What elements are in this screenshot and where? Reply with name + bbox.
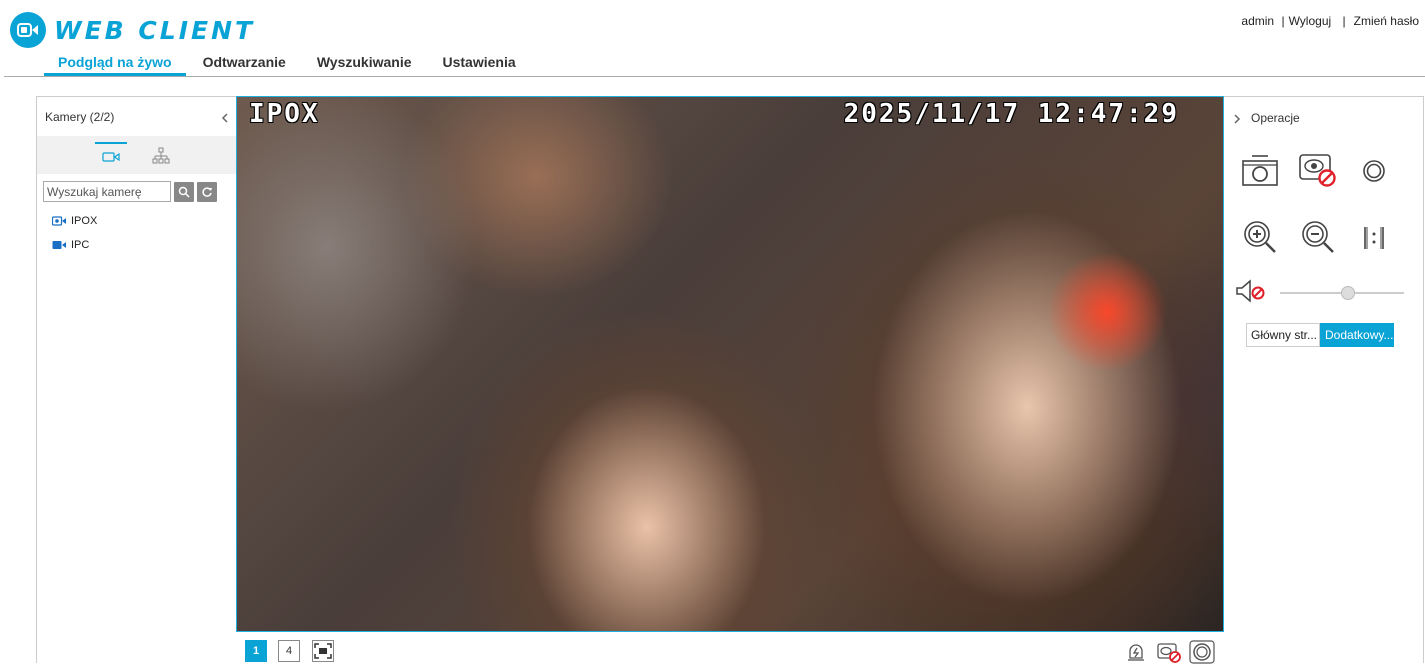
sub-stream-button[interactable]: Dodatkowy...	[1320, 323, 1394, 347]
stop-record-icon[interactable]	[1156, 640, 1181, 664]
camera-panel-tabs	[37, 136, 236, 174]
search-button[interactable]	[174, 181, 194, 202]
operations-title: Operacje	[1251, 111, 1300, 125]
refresh-icon	[202, 186, 212, 197]
header-divider	[4, 76, 1425, 77]
volume-slider-handle[interactable]	[1341, 286, 1356, 300]
username: admin	[1241, 14, 1275, 28]
close-preview-icon[interactable]	[1354, 151, 1394, 191]
tab-settings[interactable]: Ustawienia	[429, 50, 530, 76]
collapse-left-icon[interactable]	[220, 111, 230, 123]
camera-name: IPC	[71, 239, 90, 251]
original-size-icon[interactable]	[1354, 217, 1394, 257]
stop-all-icon[interactable]	[1189, 640, 1215, 664]
layout-1-button[interactable]: 1	[245, 640, 267, 662]
list-item-camera-ipc[interactable]: IPC	[52, 233, 97, 257]
separator: |	[1342, 14, 1346, 28]
device-tree-icon[interactable]	[145, 142, 177, 170]
osd-datetime: 2025/11/17 12:47:29	[843, 99, 1179, 129]
stop-record-icon[interactable]	[1298, 151, 1338, 191]
camera-search-input[interactable]	[43, 181, 171, 202]
app-logo: WEB CLIENT	[10, 12, 255, 48]
mute-icon[interactable]	[1234, 275, 1270, 307]
stream-selector: Główny str... Dodatkowy...	[1246, 323, 1394, 347]
layout-4-label: 4	[285, 645, 293, 657]
main-stream-button[interactable]: Główny str...	[1246, 323, 1320, 347]
tab-live-view[interactable]: Podgląd na żywo	[44, 50, 186, 76]
zoom-in-icon[interactable]	[1240, 217, 1280, 257]
collapse-right-icon[interactable]	[1232, 112, 1242, 124]
refresh-button[interactable]	[197, 181, 217, 202]
layout-4-button[interactable]: 4	[278, 640, 300, 662]
logout-link[interactable]: Wyloguj	[1289, 14, 1332, 28]
zoom-out-icon[interactable]	[1298, 217, 1338, 257]
osd-camera-name: IPOX	[249, 99, 320, 129]
tab-search[interactable]: Wyszukiwanie	[303, 50, 426, 76]
live-video-window[interactable]: IPOX 2025/11/17 12:47:29	[236, 96, 1224, 632]
tab-playback[interactable]: Odtwarzanie	[189, 50, 300, 76]
camera-search-row	[43, 181, 217, 202]
camera-panel-title: Kamery (2/2)	[45, 110, 115, 124]
camera-panel: Kamery (2/2) Wyszukaj kamerę IPOX IPC	[36, 96, 236, 663]
logo-camera-icon	[10, 12, 46, 48]
camera-list-icon[interactable]	[95, 142, 127, 170]
camera-name: IPOX	[71, 215, 98, 227]
snapshot-icon[interactable]	[1240, 151, 1280, 191]
separator: |	[1281, 14, 1285, 28]
main-nav: Podgląd na żywo Odtwarzanie Wyszukiwanie…	[44, 50, 533, 76]
camera-active-icon	[52, 216, 66, 226]
video-toolbar: 1 4	[236, 633, 1224, 664]
header: WEB CLIENT admin | Wyloguj | Zmień hasło P…	[0, 0, 1425, 78]
change-password-link[interactable]: Zmień hasło	[1354, 14, 1419, 28]
fullscreen-icon[interactable]	[312, 640, 334, 662]
camera-icon	[52, 241, 66, 249]
user-links: admin | Wyloguj | Zmień hasło	[1241, 14, 1419, 28]
search-icon	[178, 186, 190, 198]
operations-panel: Operacje Główny str... Dodatkowy...	[1224, 96, 1424, 663]
camera-list: IPOX IPC	[52, 209, 97, 257]
alarm-icon[interactable]	[1124, 640, 1148, 664]
list-item-camera-ipox[interactable]: IPOX	[52, 209, 97, 233]
app-title: WEB CLIENT	[54, 15, 256, 45]
